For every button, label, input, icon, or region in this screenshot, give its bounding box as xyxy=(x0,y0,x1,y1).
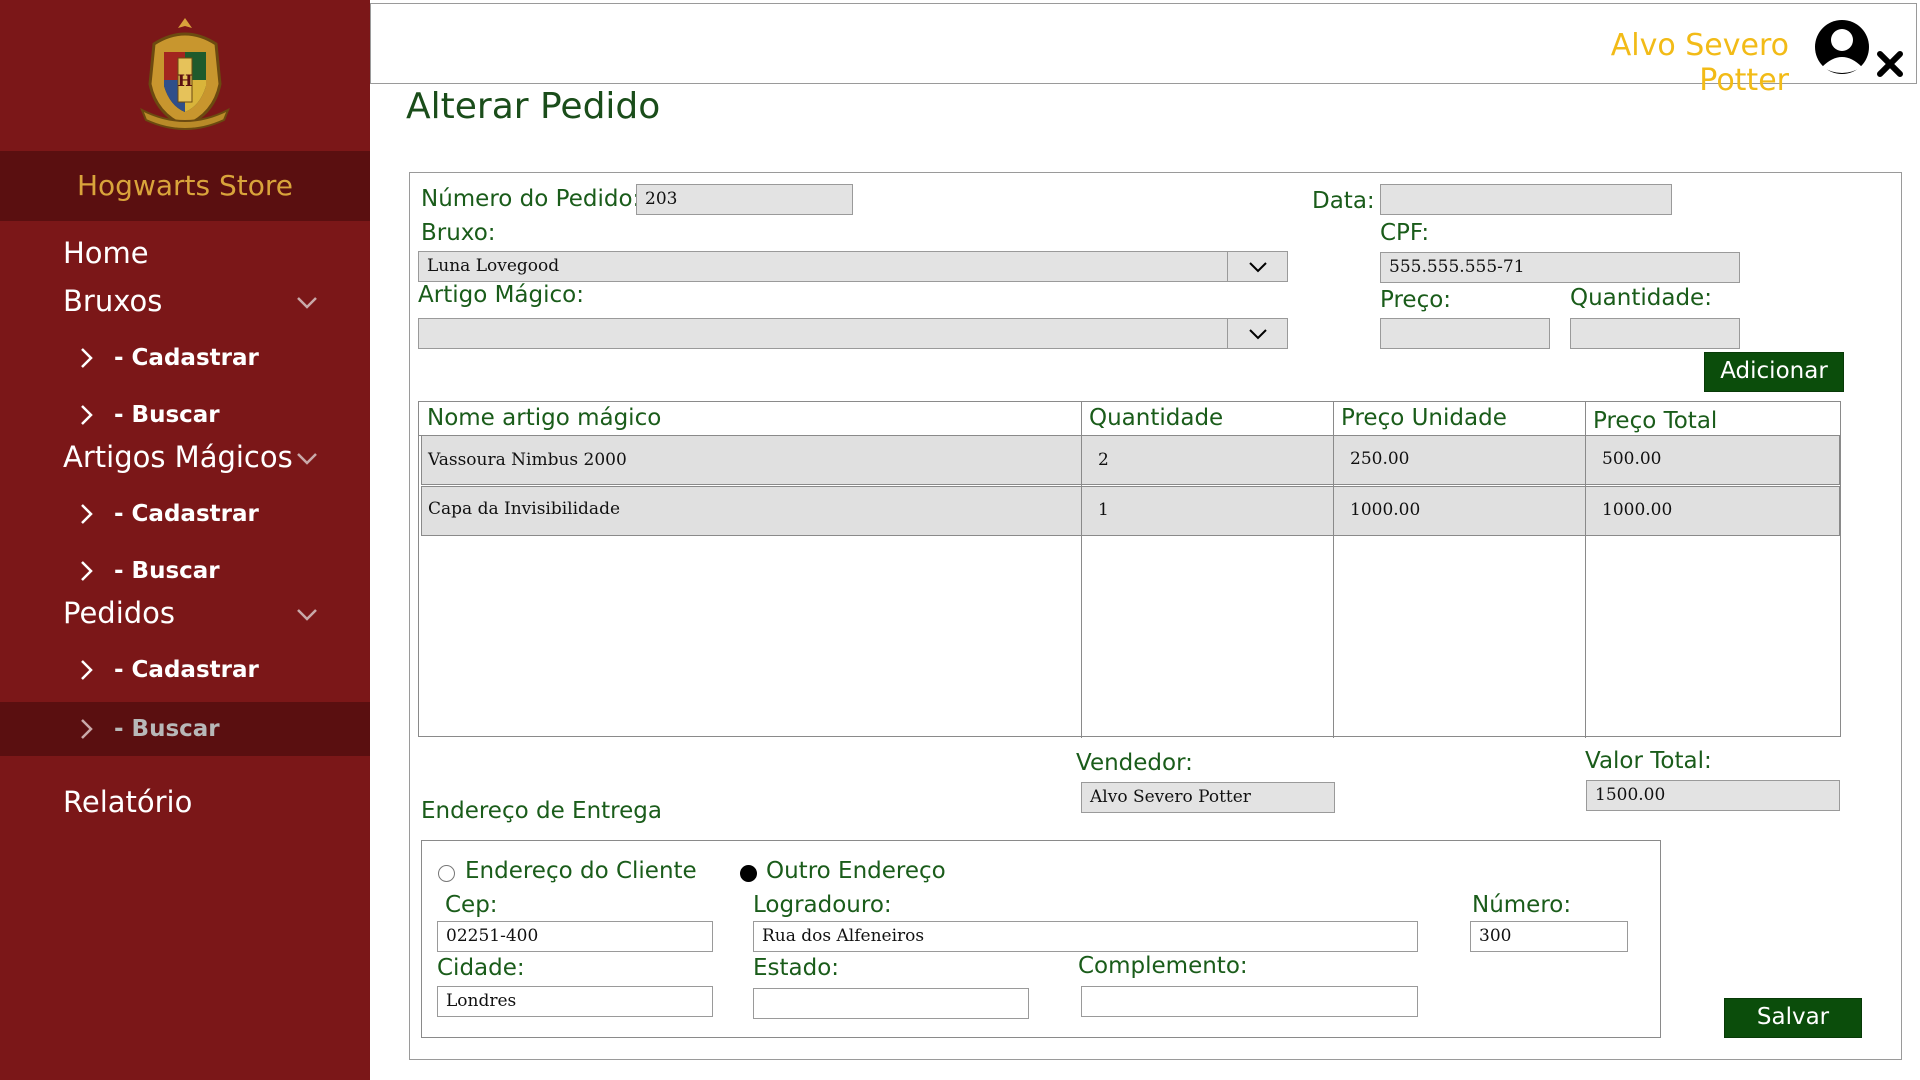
table-cell-preco-unidade: 250.00 xyxy=(1350,449,1410,469)
sidebar-item-bruxos-buscar[interactable]: - Buscar xyxy=(80,395,220,435)
bruxo-label: Bruxo: xyxy=(421,220,496,246)
sidebar: H Hogwarts Store Home Bruxos - Cadastrar… xyxy=(0,0,370,1080)
table-header-preco-unidade: Preço Unidade xyxy=(1341,405,1507,431)
vendedor-label: Vendedor: xyxy=(1076,750,1193,776)
sidebar-item-label: - Buscar xyxy=(114,558,220,584)
table-cell-quantidade: 2 xyxy=(1098,450,1109,470)
numero-pedido-label: Número do Pedido: xyxy=(421,186,641,212)
endereco-section-label: Endereço de Entrega xyxy=(421,798,662,824)
table-header-preco-total: Preço Total xyxy=(1593,408,1718,434)
complemento-label: Complemento: xyxy=(1078,953,1248,979)
table-cell-nome: Capa da Invisibilidade xyxy=(428,499,621,519)
table-cell-preco-unidade: 1000.00 xyxy=(1350,500,1421,520)
logradouro-label: Logradouro: xyxy=(753,892,892,918)
preco-field[interactable] xyxy=(1380,318,1550,349)
chevron-down-icon[interactable] xyxy=(296,296,318,310)
radio-outro-endereco-label[interactable]: Outro Endereço xyxy=(766,858,946,884)
table-divider xyxy=(1081,402,1082,738)
adicionar-button[interactable]: Adicionar xyxy=(1704,352,1844,392)
sidebar-item-label: - Cadastrar xyxy=(114,657,259,683)
page-title: Alterar Pedido xyxy=(406,86,661,127)
items-table: Nome artigo mágico Quantidade Preço Unid… xyxy=(418,401,1841,738)
chevron-right-icon xyxy=(81,504,93,524)
sidebar-item-artigos-cadastrar[interactable]: - Cadastrar xyxy=(80,494,259,534)
artigo-label: Artigo Mágico: xyxy=(418,282,584,308)
table-cell-nome: Vassoura Nimbus 2000 xyxy=(428,450,627,470)
table-cell-quantidade: 1 xyxy=(1098,500,1109,520)
sidebar-item-artigos[interactable]: Artigos Mágicos xyxy=(63,440,293,474)
hogwarts-crest-icon: H xyxy=(140,18,230,130)
chevron-down-icon[interactable] xyxy=(296,608,318,622)
artigo-dropdown-button[interactable] xyxy=(1227,319,1287,348)
cep-field[interactable]: 02251-400 xyxy=(437,921,713,952)
sidebar-item-label: - Cadastrar xyxy=(114,501,259,527)
cidade-label: Cidade: xyxy=(437,955,525,981)
chevron-right-icon xyxy=(81,348,93,368)
valor-total-field[interactable]: 1500.00 xyxy=(1586,780,1840,811)
sidebar-item-pedidos[interactable]: Pedidos xyxy=(63,596,175,630)
chevron-right-icon xyxy=(81,561,93,581)
vendedor-field[interactable]: Alvo Severo Potter xyxy=(1081,782,1335,813)
data-field[interactable] xyxy=(1380,184,1672,215)
estado-label: Estado: xyxy=(753,955,840,981)
store-bar: Hogwarts Store xyxy=(0,151,370,221)
cpf-field[interactable]: 555.555.555-71 xyxy=(1380,252,1740,283)
sidebar-item-label: - Buscar xyxy=(114,716,220,742)
sidebar-item-artigos-buscar[interactable]: - Buscar xyxy=(80,551,220,591)
table-cell-preco-total: 1000.00 xyxy=(1602,500,1673,520)
table-divider xyxy=(1585,402,1586,738)
chevron-right-icon xyxy=(81,405,93,425)
radio-endereco-cliente-label[interactable]: Endereço do Cliente xyxy=(465,858,697,884)
sidebar-item-home[interactable]: Home xyxy=(63,236,149,270)
logradouro-field[interactable]: Rua dos Alfeneiros xyxy=(753,921,1418,952)
radio-outro-endereco[interactable] xyxy=(740,865,757,882)
user-avatar-icon[interactable] xyxy=(1810,17,1878,77)
valor-total-label: Valor Total: xyxy=(1585,748,1712,774)
cep-label: Cep: xyxy=(445,892,498,918)
store-name: Hogwarts Store xyxy=(76,169,293,202)
radio-endereco-cliente[interactable] xyxy=(438,865,455,882)
numero-field[interactable]: 300 xyxy=(1470,921,1628,952)
salvar-button[interactable]: Salvar xyxy=(1724,998,1862,1038)
quantidade-label: Quantidade: xyxy=(1570,285,1712,311)
sidebar-item-bruxos[interactable]: Bruxos xyxy=(63,284,162,318)
sidebar-item-pedidos-buscar[interactable]: - Buscar xyxy=(80,709,220,749)
chevron-down-icon xyxy=(1248,261,1267,272)
sidebar-item-label: - Cadastrar xyxy=(114,345,259,371)
quantidade-field[interactable] xyxy=(1570,318,1740,349)
bruxo-select[interactable]: Luna Lovegood xyxy=(418,251,1288,282)
chevron-right-icon xyxy=(81,660,93,680)
table-row[interactable]: Capa da Invisibilidade 1 1000.00 1000.00 xyxy=(421,486,1840,536)
sidebar-item-bruxos-cadastrar[interactable]: - Cadastrar xyxy=(80,338,259,378)
sidebar-item-relatorio[interactable]: Relatório xyxy=(63,785,192,819)
complemento-field[interactable] xyxy=(1081,986,1418,1017)
bruxo-selected-value: Luna Lovegood xyxy=(427,256,560,276)
table-header-quantidade: Quantidade xyxy=(1089,405,1224,431)
chevron-right-icon xyxy=(81,719,93,739)
artigo-select[interactable] xyxy=(418,318,1288,349)
user-name: Alvo Severo Potter xyxy=(1610,28,1789,98)
sidebar-item-label: - Buscar xyxy=(114,402,220,428)
numero-label: Número: xyxy=(1472,892,1572,918)
chevron-down-icon xyxy=(1248,328,1267,339)
svg-text:H: H xyxy=(177,71,192,90)
bruxo-dropdown-button[interactable] xyxy=(1227,252,1287,281)
chevron-down-icon[interactable] xyxy=(296,452,318,466)
data-label: Data: xyxy=(1312,188,1375,214)
cpf-label: CPF: xyxy=(1380,220,1430,246)
cidade-field[interactable]: Londres xyxy=(437,986,713,1017)
close-icon[interactable] xyxy=(1876,50,1904,78)
preco-label: Preço: xyxy=(1380,287,1452,313)
table-header-divider xyxy=(419,435,1840,436)
table-divider xyxy=(1333,402,1334,738)
sidebar-item-pedidos-cadastrar[interactable]: - Cadastrar xyxy=(80,650,259,690)
table-row[interactable]: Vassoura Nimbus 2000 2 250.00 500.00 xyxy=(421,435,1840,485)
table-header-nome: Nome artigo mágico xyxy=(427,405,662,431)
numero-pedido-field[interactable]: 203 xyxy=(636,184,853,215)
table-cell-preco-total: 500.00 xyxy=(1602,449,1662,469)
estado-field[interactable] xyxy=(753,988,1029,1019)
